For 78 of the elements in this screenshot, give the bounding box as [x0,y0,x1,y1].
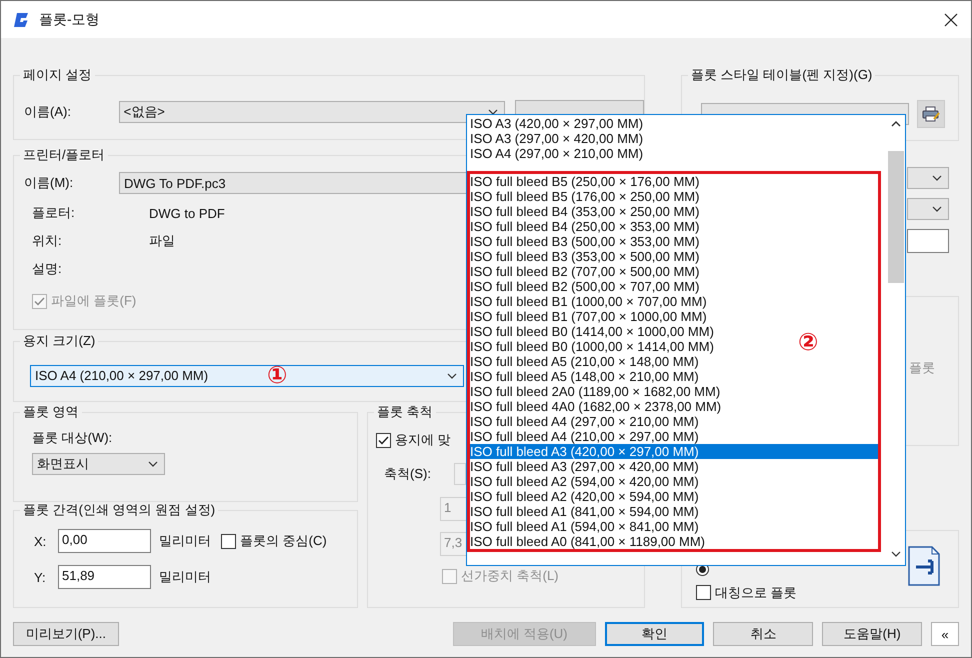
field-label: Y: [33,570,47,585]
option-label: 플롯 [909,359,935,377]
group-title: 플롯 간격(인쇄 영역의 원점 설정) [20,502,218,518]
list-item[interactable]: ISO full bleed A5 (210,00 × 148,00 MM) [470,354,699,369]
list-item[interactable]: ISO full bleed B1 (707,00 × 1000,00 MM) [470,309,707,324]
unit-label: 밀리미터 [159,568,211,586]
list-item[interactable]: ISO full bleed A2 (594,00 × 420,00 MM) [470,474,699,489]
list-item[interactable]: ISO full bleed B3 (353,00 × 500,00 MM) [470,249,700,264]
dropdown[interactable]: ISO A4 (210,00 × 297,00 MM) ① [30,364,464,387]
chevron-icon [488,108,498,114]
group-title: 플롯 축척 [374,404,436,420]
list-item[interactable]: ISO A4 (297,00 × 210,00 MM) [467,146,644,161]
dialog-button[interactable]: 취소 [713,622,814,646]
input-field[interactable] [907,229,949,253]
dropdown[interactable]: 화면표시 [32,453,165,476]
field-label: 축척(S): [383,465,432,484]
scroll-down-icon [891,551,901,557]
style-editor-button[interactable] [917,100,945,128]
printer-icon [922,106,940,122]
dropdown-list[interactable] [466,114,906,566]
list-item[interactable]: ISO full bleed B2 (500,00 × 707,00 MM) [470,279,700,294]
group-title: 플롯 영역 [20,404,82,420]
group-title: 플롯 스타일 테이블(펜 지정)(G) [688,67,876,83]
dialog-button[interactable]: 확인 [604,622,704,646]
checkbox-label: 용지에 맞 [395,431,451,450]
list-item[interactable]: ISO full bleed B0 (1414,00 × 1000,00 MM) [470,324,714,339]
group-title: 프린터/플로터 [20,147,108,164]
list-item[interactable]: ISO full bleed B0 (1000,00 × 1414,00 MM) [470,339,714,354]
chevron-icon [932,206,942,212]
dialog-button[interactable]: 도움말(H) [822,622,922,646]
info-label: 위치: [31,232,63,250]
group-title: 페이지 설정 [20,67,95,83]
group-title: 용지 크기(Z) [20,332,98,349]
step-marker: ① [267,364,288,388]
list-item[interactable]: ISO A3 (297,00 × 420,00 MM) [467,131,644,146]
info-value: 파일 [149,232,175,250]
list-item[interactable]: ISO full bleed B1 (1000,00 × 707,00 MM) [470,294,707,309]
checkbox-label: 대칭으로 플롯 [715,584,797,602]
input-field[interactable]: 0,00 [58,529,151,554]
checkbox-label: 선가중치 축척(L) [461,567,558,586]
list-item[interactable]: ISO full bleed B3 (500,00 × 353,00 MM) [470,234,700,249]
dialog-button[interactable]: 미리보기(P)... [13,622,119,646]
input-field[interactable]: 51,89 [58,565,151,590]
list-item[interactable]: ISO full bleed A3 (297,00 × 420,00 MM) [470,459,699,474]
checkbox[interactable] [696,585,711,600]
list-item[interactable]: ISO full bleed B2 (707,00 × 500,00 MM) [470,264,700,279]
page-orientation-icon [908,546,940,586]
scroll-thumb[interactable] [888,151,904,283]
step-marker: ② [798,331,818,355]
list-item[interactable]: ISO full bleed A4 (210,00 × 297,00 MM) [470,429,699,444]
info-label: 설명: [31,260,63,278]
field-label: X: [33,534,48,549]
info-value: DWG to PDF [149,206,225,221]
list-item[interactable]: ISO full bleed A3 (420,00 × 297,00 MM) [470,444,878,459]
list-item[interactable]: ISO full bleed B4 (250,00 × 353,00 MM) [470,219,700,234]
info-label: 플로터: [31,204,76,222]
list-item[interactable]: ISO full bleed 4A0 (1682,00 × 2378,00 MM) [470,399,722,414]
close-icon [944,12,958,26]
app-icon [13,12,29,28]
chevron-icon [932,175,942,181]
dialog-button[interactable]: « [931,622,959,646]
field-label: 플롯 대상(W): [32,429,114,448]
unit-label: 밀리미터 [159,532,211,550]
checkbox-label: 플롯의 중심(C) [240,532,327,550]
checkbox-label: 파일에 플롯(F) [51,292,136,310]
chevron-icon [447,372,457,379]
chevron-icon [148,461,158,468]
list-item[interactable]: ISO full bleed A5 (148,00 × 210,00 MM) [470,369,699,384]
field-label: 이름(A): [23,102,72,120]
checkbox[interactable] [376,432,391,448]
list-item[interactable]: ISO full bleed A4 (297,00 × 210,00 MM) [470,414,699,429]
window-title: 플롯-모형 [39,10,101,28]
list-item[interactable]: ISO full bleed 2A0 (1189,00 × 1682,00 MM) [470,384,720,399]
list-item[interactable]: ISO full bleed A1 (594,00 × 841,00 MM) [470,519,699,534]
checkbox[interactable] [221,534,236,549]
list-item[interactable]: ISO full bleed B4 (353,00 × 250,00 MM) [470,204,700,219]
scroll-up-icon [891,121,901,127]
field-label: 이름(M): [23,174,74,192]
